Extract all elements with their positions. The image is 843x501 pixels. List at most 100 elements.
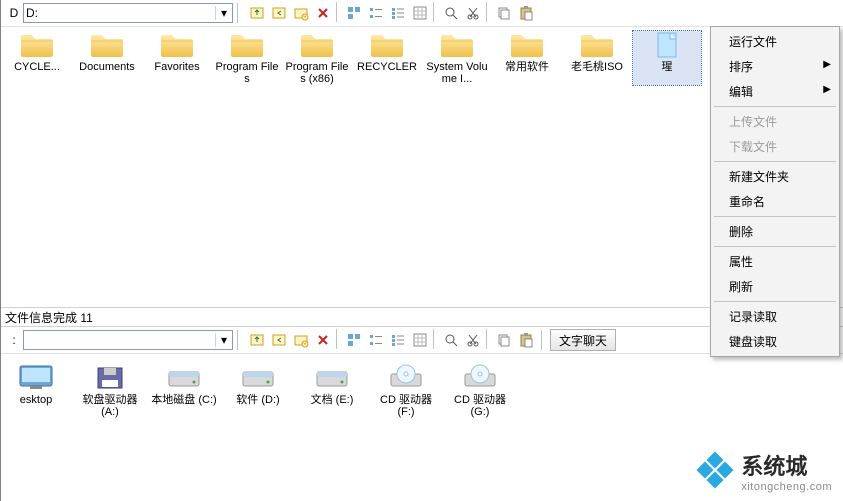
svg-text:✳: ✳: [302, 14, 307, 21]
text-chat-button[interactable]: 文字聊天: [550, 329, 616, 351]
top-toolbar: D ▾ ✳: [1, 0, 843, 27]
svg-text:✳: ✳: [302, 341, 307, 348]
file-item[interactable]: Program Files (x86): [283, 31, 351, 85]
menu-item: 上传文件: [713, 109, 837, 134]
menu-item[interactable]: 编辑▶: [713, 79, 837, 104]
menu-item[interactable]: 排序▶: [713, 54, 837, 79]
tool-big-icon[interactable]: [343, 2, 365, 24]
file-label: Program Files: [213, 61, 281, 85]
folder-icon: [19, 31, 55, 59]
menu-item[interactable]: 记录读取: [713, 304, 837, 329]
menu-item[interactable]: 新建文件夹: [713, 164, 837, 189]
address-label-bottom: :: [7, 333, 21, 347]
menu-item[interactable]: 重命名: [713, 189, 837, 214]
drive-item[interactable]: 软盘驱动器 (A:): [77, 362, 143, 418]
tool-del-icon[interactable]: [312, 329, 334, 351]
file-item[interactable]: Program Files: [213, 31, 281, 85]
drive-item[interactable]: CD 驱动器 (F:): [373, 362, 439, 418]
path-field-bottom[interactable]: [24, 333, 215, 347]
hdd-drive-icon: [312, 362, 352, 392]
tool-newf-icon[interactable]: ✳: [290, 329, 312, 351]
file-label: RECYCLER: [357, 61, 417, 85]
folder-icon: [159, 31, 195, 59]
drive-label: 本地磁盘 (C:): [151, 394, 216, 418]
path-input-top[interactable]: ▾: [23, 3, 233, 23]
drive-label: CD 驱动器 (G:): [447, 394, 513, 418]
file-icon: [649, 31, 685, 59]
file-item[interactable]: RECYCLER: [353, 31, 421, 85]
watermark-en: xitongcheng.com: [741, 481, 832, 493]
drive-label: 文档 (E:): [311, 394, 354, 418]
folder-icon: [229, 31, 265, 59]
context-menu[interactable]: 运行文件排序▶编辑▶ 上传文件下载文件新建文件夹重命名删除属性刷新记录读取键盘读取: [710, 26, 840, 357]
drive-item[interactable]: 文档 (E:): [299, 362, 365, 418]
tool-up-icon[interactable]: [246, 329, 268, 351]
menu-item[interactable]: 属性: [713, 249, 837, 274]
menu-item[interactable]: 刷新: [713, 274, 837, 299]
file-item[interactable]: Favorites: [143, 31, 211, 85]
dropdown-icon[interactable]: ▾: [215, 333, 232, 347]
file-label: 常用软件: [505, 61, 549, 85]
drive-item[interactable]: 本地磁盘 (C:): [151, 362, 217, 418]
tool-back-icon[interactable]: [268, 329, 290, 351]
tool-cut-icon[interactable]: [462, 329, 484, 351]
file-label: Favorites: [154, 61, 199, 85]
folder-icon: [509, 31, 545, 59]
drive-label: 软盘驱动器 (A:): [77, 394, 143, 418]
folder-icon: [369, 31, 405, 59]
tool-back-icon[interactable]: [268, 2, 290, 24]
tool-big-icon[interactable]: [343, 329, 365, 351]
tool-paste-icon[interactable]: [515, 329, 537, 351]
tool-detail-icon[interactable]: [409, 329, 431, 351]
tool-cut-icon[interactable]: [462, 2, 484, 24]
drive-item[interactable]: 软件 (D:): [225, 362, 291, 418]
tool-small-icon[interactable]: [365, 2, 387, 24]
folder-icon: [299, 31, 335, 59]
toolbar-buttons-top: ✳: [246, 2, 537, 24]
address-label-top: D: [7, 6, 21, 20]
tool-detail-icon[interactable]: [409, 2, 431, 24]
menu-item: 下载文件: [713, 134, 837, 159]
watermark: 系统城 xitongcheng.com: [699, 449, 832, 493]
menu-item[interactable]: 键盘读取: [713, 329, 837, 354]
file-item[interactable]: 老毛桃ISO: [563, 31, 631, 85]
dropdown-icon[interactable]: ▾: [215, 6, 232, 20]
drive-label: esktop: [20, 394, 52, 418]
file-item[interactable]: CYCLE...: [3, 31, 71, 85]
drive-label: CD 驱动器 (F:): [373, 394, 439, 418]
folder-icon: [89, 31, 125, 59]
tool-del-icon[interactable]: [312, 2, 334, 24]
path-input-bottom[interactable]: ▾: [23, 330, 233, 350]
file-item[interactable]: 瑆: [633, 31, 701, 85]
file-item[interactable]: 常用软件: [493, 31, 561, 85]
tool-list-icon[interactable]: [387, 329, 409, 351]
tool-small-icon[interactable]: [365, 329, 387, 351]
watermark-cn: 系统城: [741, 449, 807, 481]
drive-item[interactable]: CD 驱动器 (G:): [447, 362, 513, 418]
drive-grid[interactable]: esktop 软盘驱动器 (A:) 本地磁盘 (C:) 软件 (D:) 文档 (E:) C…: [1, 354, 843, 418]
drive-item[interactable]: esktop: [3, 362, 69, 418]
file-item[interactable]: System Volume I...: [423, 31, 491, 85]
tool-up-icon[interactable]: [246, 2, 268, 24]
hdd-drive-icon: [164, 362, 204, 392]
hdd-drive-icon: [238, 362, 278, 392]
tool-search-icon[interactable]: [440, 329, 462, 351]
status-text: 文件信息完成 11: [5, 309, 93, 326]
file-label: CYCLE...: [14, 61, 60, 85]
tool-copy-icon[interactable]: [493, 2, 515, 24]
file-label: Documents: [79, 61, 135, 85]
menu-item[interactable]: 运行文件: [713, 29, 837, 54]
file-label: 老毛桃ISO: [571, 61, 623, 85]
tool-newf-icon[interactable]: ✳: [290, 2, 312, 24]
tool-search-icon[interactable]: [440, 2, 462, 24]
tool-paste-icon[interactable]: [515, 2, 537, 24]
file-item[interactable]: Documents: [73, 31, 141, 85]
folder-icon: [439, 31, 475, 59]
cd-drive-icon: [460, 362, 500, 392]
path-field-top[interactable]: [24, 6, 215, 20]
watermark-logo-icon: [699, 454, 733, 488]
menu-item[interactable]: 删除: [713, 219, 837, 244]
file-label: Program Files (x86): [283, 61, 351, 85]
tool-copy-icon[interactable]: [493, 329, 515, 351]
tool-list-icon[interactable]: [387, 2, 409, 24]
